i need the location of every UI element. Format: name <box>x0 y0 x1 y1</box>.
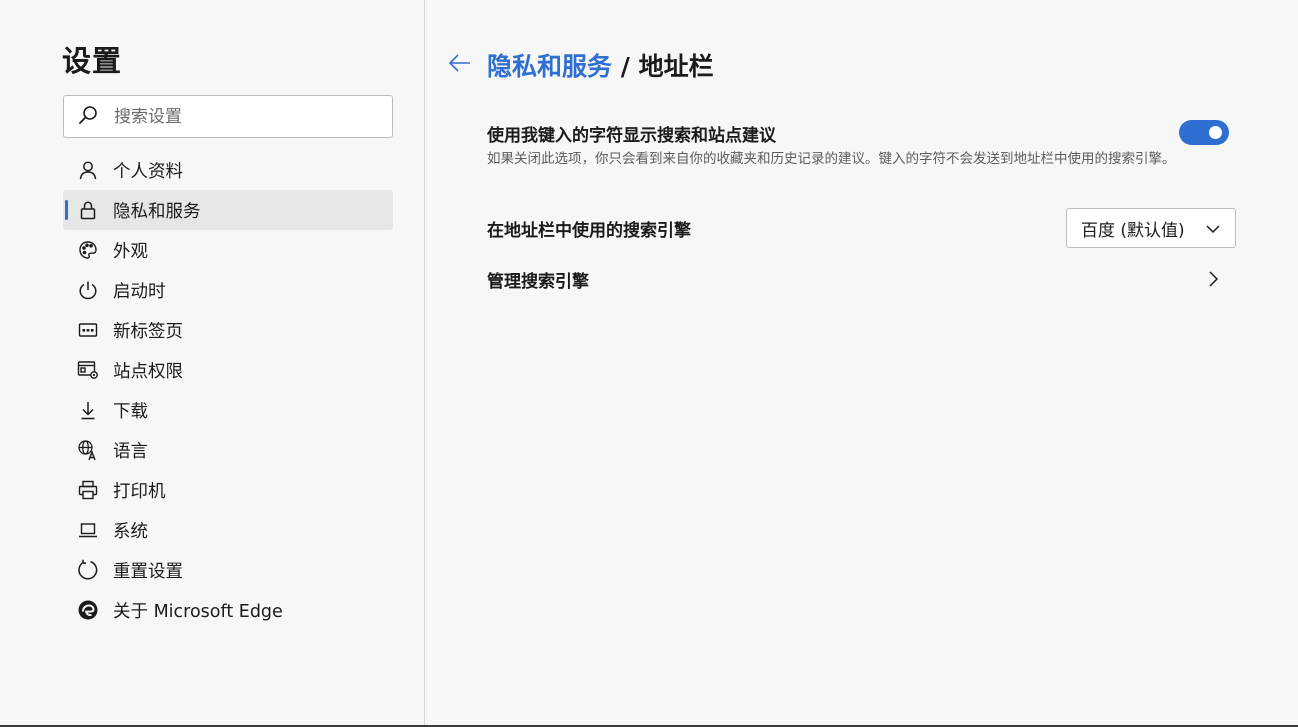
sidebar-item-label: 个人资料 <box>113 161 183 182</box>
site-permissions-icon <box>76 358 100 382</box>
suggestions-setting-description: 如果关闭此选项，你只会看到来自你的收藏夹和历史记录的建议。键入的字符不会发送到地… <box>487 151 1176 167</box>
back-button[interactable] <box>445 50 475 80</box>
search-engine-select[interactable]: 百度 (默认值) <box>1066 208 1236 248</box>
sidebar-item-label: 隐私和服务 <box>113 201 201 222</box>
search-icon <box>78 105 98 129</box>
arrow-left-icon <box>448 53 472 77</box>
laptop-icon <box>76 518 100 542</box>
sidebar-item-label: 站点权限 <box>113 361 183 382</box>
sidebar-item-printers[interactable]: 打印机 <box>63 470 393 510</box>
sidebar-item-label: 打印机 <box>113 481 166 502</box>
suggestions-setting-title: 使用我键入的字符显示搜索和站点建议 <box>487 126 776 146</box>
page-title: 地址栏 <box>638 52 714 81</box>
palette-icon <box>76 238 100 262</box>
sidebar-item-label: 外观 <box>113 241 148 262</box>
breadcrumb-separator: / <box>612 52 639 81</box>
sidebar-item-languages[interactable]: 语言 <box>63 430 393 470</box>
sidebar: 设置 个人资料 <box>0 0 425 725</box>
sidebar-nav: 个人资料 隐私和服务 外观 启动时 新标签页 站点权限 下载 语言 打印机 系统… <box>63 150 393 630</box>
suggestions-toggle[interactable] <box>1179 120 1229 145</box>
manage-search-engines-row[interactable]: 管理搜索引擎 <box>487 260 1229 298</box>
power-icon <box>76 278 100 302</box>
new-tab-icon <box>76 318 100 342</box>
sidebar-item-downloads[interactable]: 下载 <box>63 390 393 430</box>
search-box[interactable] <box>63 95 393 138</box>
download-icon <box>76 398 100 422</box>
printer-icon <box>76 478 100 502</box>
sidebar-item-system[interactable]: 系统 <box>63 510 393 550</box>
search-engine-selected-value: 百度 (默认值) <box>1081 220 1185 241</box>
search-engine-setting-title: 在地址栏中使用的搜索引擎 <box>487 221 691 241</box>
language-icon <box>76 438 100 462</box>
sidebar-item-label: 下载 <box>113 401 148 422</box>
settings-window: 设置 个人资料 <box>0 0 1298 727</box>
toggle-knob <box>1209 126 1222 139</box>
sidebar-item-profiles[interactable]: 个人资料 <box>63 150 393 190</box>
search-input[interactable] <box>112 105 372 128</box>
manage-search-engines-label: 管理搜索引擎 <box>487 271 589 292</box>
sidebar-item-label: 语言 <box>113 441 148 462</box>
sidebar-item-label: 启动时 <box>113 281 166 302</box>
reset-icon <box>76 558 100 582</box>
lock-icon <box>76 198 100 222</box>
sidebar-item-label: 关于 Microsoft Edge <box>113 601 283 622</box>
sidebar-item-reset[interactable]: 重置设置 <box>63 550 393 590</box>
sidebar-item-site-permissions[interactable]: 站点权限 <box>63 350 393 390</box>
sidebar-item-new-tab[interactable]: 新标签页 <box>63 310 393 350</box>
breadcrumb-parent-link[interactable]: 隐私和服务 <box>487 52 612 81</box>
chevron-down-icon <box>1205 221 1221 241</box>
breadcrumb: 隐私和服务 / 地址栏 <box>487 47 714 83</box>
chevron-right-icon <box>1207 270 1219 292</box>
sidebar-item-privacy[interactable]: 隐私和服务 <box>63 190 393 230</box>
sidebar-item-label: 新标签页 <box>113 321 183 342</box>
main-content: 隐私和服务 / 地址栏 使用我键入的字符显示搜索和站点建议 如果关闭此选项，你只… <box>425 0 1298 725</box>
sidebar-item-label: 重置设置 <box>113 561 183 582</box>
sidebar-item-startup[interactable]: 启动时 <box>63 270 393 310</box>
sidebar-item-about[interactable]: 关于 Microsoft Edge <box>63 590 393 630</box>
person-icon <box>76 158 100 182</box>
sidebar-item-label: 系统 <box>113 521 148 542</box>
sidebar-item-appearance[interactable]: 外观 <box>63 230 393 270</box>
edge-logo-icon <box>76 598 100 622</box>
sidebar-title: 设置 <box>62 44 123 78</box>
